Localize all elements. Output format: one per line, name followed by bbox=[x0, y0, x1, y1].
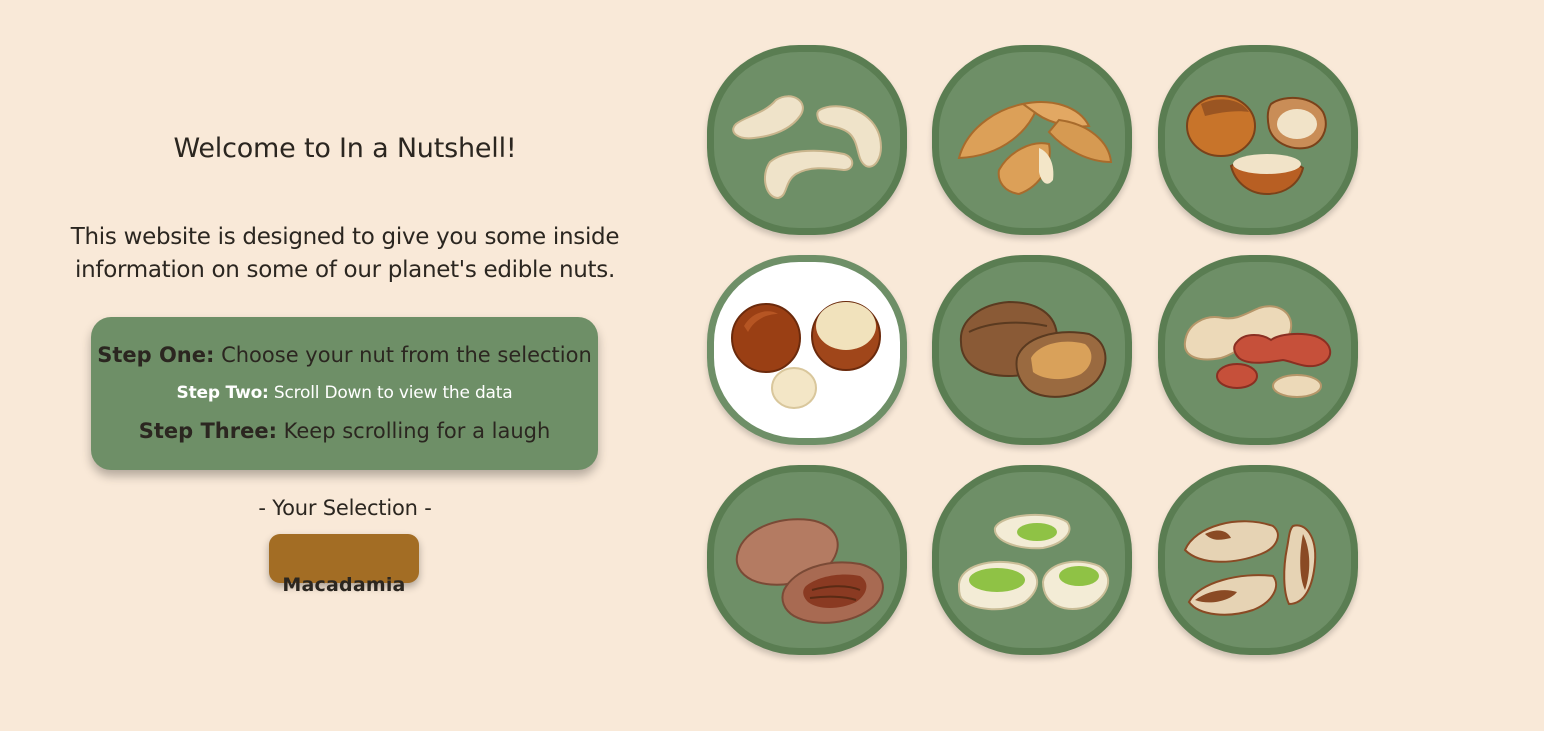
nut-tile-walnut[interactable] bbox=[932, 255, 1132, 445]
step-two-label: Step Two: bbox=[176, 383, 269, 403]
peanut-icon bbox=[1183, 305, 1331, 398]
step-three-label: Step Three: bbox=[138, 419, 277, 443]
step-three-text: Keep scrolling for a laugh bbox=[276, 419, 551, 443]
nut-tile-peanut[interactable] bbox=[1158, 255, 1358, 445]
step-one-text: Choose your nut from the selection bbox=[214, 343, 592, 367]
pistachio-icon bbox=[957, 513, 1110, 611]
pecan-icon bbox=[735, 518, 884, 624]
welcome-heading: Welcome to In a Nutshell! bbox=[173, 133, 517, 164]
nut-tile-pecan[interactable] bbox=[707, 465, 907, 655]
step-two-text: Scroll Down to view the data bbox=[268, 383, 513, 403]
steps-box: Step One: Choose your nut from the selec… bbox=[91, 317, 598, 470]
brazil-nut-icon bbox=[1183, 520, 1317, 616]
step-two: Step Two: Scroll Down to view the data bbox=[91, 383, 598, 403]
macadamia-icon bbox=[731, 301, 881, 409]
intro-line-1: This website is designed to give you som… bbox=[70, 224, 620, 250]
selection-button[interactable]: Macadamia bbox=[269, 534, 419, 596]
nut-tile-pistachio[interactable] bbox=[932, 465, 1132, 655]
intro-line-2: information on some of our planet's edib… bbox=[75, 257, 615, 283]
intro-text: This website is designed to give you som… bbox=[30, 221, 660, 287]
nut-tile-hazelnut[interactable] bbox=[1158, 45, 1358, 235]
selection-label: - Your Selection - bbox=[258, 496, 432, 520]
nut-tile-cashew[interactable] bbox=[707, 45, 907, 235]
step-three: Step Three: Keep scrolling for a laugh bbox=[91, 419, 598, 443]
step-one-label: Step One: bbox=[97, 343, 215, 367]
hazelnut-icon bbox=[1186, 95, 1327, 196]
walnut-icon bbox=[959, 300, 1107, 398]
nut-tile-macadamia[interactable] bbox=[707, 255, 907, 445]
selection-value: Macadamia bbox=[282, 574, 406, 596]
nut-tile-almond[interactable] bbox=[932, 45, 1132, 235]
step-one: Step One: Choose your nut from the selec… bbox=[91, 343, 598, 367]
cashew-icon bbox=[732, 95, 882, 200]
almond-icon bbox=[957, 100, 1113, 196]
nut-tile-brazil-nut[interactable] bbox=[1158, 465, 1358, 655]
